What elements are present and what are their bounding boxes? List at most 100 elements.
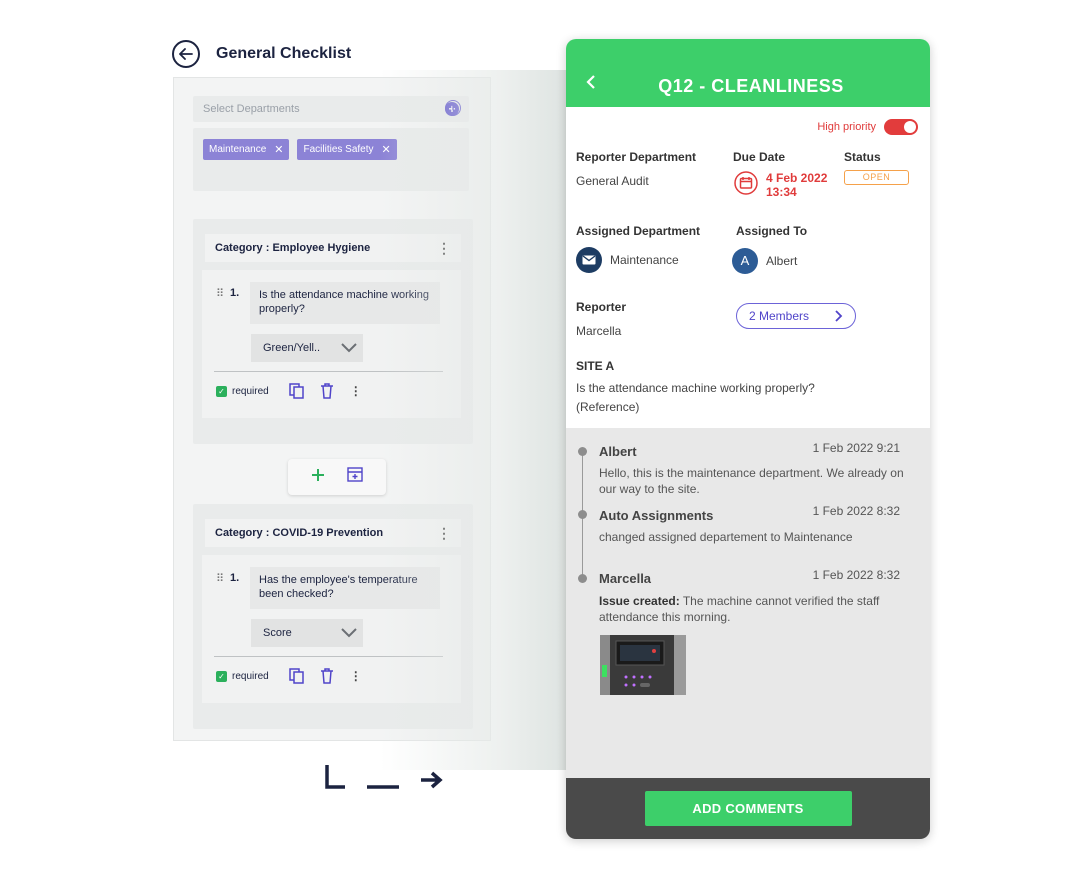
comment-text: Hello, this is the maintenance departmen… (599, 466, 904, 496)
category-card: Category : Employee Hygiene ⋮ ⠿ 1. Is th… (193, 219, 473, 444)
trash-icon[interactable] (320, 383, 334, 399)
divider (214, 656, 443, 657)
department-select[interactable]: Select Departments + (193, 96, 469, 122)
avatar: A (732, 248, 758, 274)
question-footer: ✓ required ⋮ (216, 383, 362, 399)
category-header: Category : Employee Hygiene ⋮ (205, 234, 461, 262)
decorative-glyphs (324, 764, 444, 790)
assigned-department-label: Assigned Department (576, 224, 701, 238)
issue-details: High priority Reporter Department Genera… (566, 107, 930, 427)
comment-feed: Albert 1 Feb 2022 9:21 Hello, this is th… (566, 428, 930, 778)
department-chip: Facilities Safety ✕ (297, 139, 397, 160)
timeline-dot (578, 574, 587, 583)
issue-header: Q12 - CLEANLINESS (566, 39, 930, 107)
chevron-right-icon (835, 310, 843, 322)
attachment-thumbnail[interactable] (600, 635, 686, 695)
answer-type-value: Green/Yell.. (263, 342, 321, 354)
chevron-left-icon[interactable] (586, 75, 596, 94)
checklist-panel: Select Departments + i Maintenance ✕ Fac… (173, 77, 491, 741)
back-button[interactable] (172, 40, 200, 68)
members-button[interactable]: 2 Members (736, 303, 856, 329)
answer-type-select[interactable]: Score (251, 619, 363, 647)
question-input[interactable]: Is the attendance machine working proper… (250, 282, 440, 324)
timeline-dot (578, 447, 587, 456)
assigned-to-value: Albert (766, 254, 798, 268)
comment-time: 1 Feb 2022 9:21 (812, 441, 900, 455)
department-chip-label: Facilities Safety (303, 144, 374, 155)
stage: General Checklist Select Departments + i… (0, 0, 1080, 880)
question-input[interactable]: Has the employee's temperature been chec… (250, 567, 440, 609)
comment-author: Albert (599, 444, 637, 459)
more-options-icon[interactable]: ⋮ (350, 385, 362, 397)
category-title: Category : COVID-19 Prevention (215, 527, 384, 539)
due-date-label: Due Date (733, 150, 786, 164)
department-chip: Maintenance ✕ (203, 139, 290, 160)
add-comments-button[interactable]: ADD COMMENTS (644, 791, 852, 826)
due-date-value: 4 Feb 2022 (766, 171, 828, 185)
site-label: SITE A (576, 359, 615, 373)
corner-glyph-icon (325, 765, 345, 789)
reporter-department-label: Reporter Department (576, 150, 697, 164)
category-header: Category : COVID-19 Prevention ⋮ (205, 519, 461, 547)
reporter-label: Reporter (576, 300, 627, 314)
assigned-to-label: Assigned To (736, 224, 808, 238)
comment-time: 1 Feb 2022 8:32 (812, 504, 900, 518)
comment-author: Auto Assignments (599, 508, 714, 523)
priority-toggle-row: High priority (817, 119, 918, 135)
trash-icon[interactable] (320, 668, 334, 684)
chevron-down-icon (341, 343, 357, 353)
more-options-icon[interactable]: ⋮ (437, 526, 451, 540)
more-options-icon[interactable]: ⋮ (350, 670, 362, 682)
divider (214, 371, 443, 372)
add-question-icon[interactable] (311, 468, 325, 487)
add-category-icon[interactable] (347, 467, 363, 487)
members-button-label: 2 Members (749, 309, 810, 323)
drag-handle-icon[interactable]: ⠿ (216, 572, 224, 585)
category-card: Category : COVID-19 Prevention ⋮ ⠿ 1. Ha… (193, 504, 473, 729)
assignee: A Albert (732, 248, 797, 274)
arrow-right-icon (421, 771, 443, 789)
comment-time: 1 Feb 2022 8:32 (812, 568, 900, 582)
status-badge: OPEN (844, 170, 909, 185)
issue-detail-phone: Q12 - CLEANLINESS High priority Reporter… (566, 39, 930, 839)
info-icon[interactable]: i (445, 100, 461, 116)
assigned-department-value: Maintenance (610, 253, 679, 267)
reporter-department-value: General Audit (576, 174, 649, 188)
question-number: 1. (230, 287, 240, 299)
arrow-left-icon (179, 48, 193, 60)
reporter-value: Marcella (576, 324, 622, 338)
issue-footer: ADD COMMENTS (566, 778, 930, 839)
required-checkbox[interactable]: ✓ (216, 670, 227, 682)
question-footer: ✓ required ⋮ (216, 668, 362, 684)
required-checkbox[interactable]: ✓ (216, 385, 227, 397)
required-label: required (232, 670, 269, 682)
comment-author: Marcella (599, 571, 652, 586)
priority-label: High priority (817, 121, 876, 133)
calendar-icon (734, 171, 758, 195)
answer-type-select[interactable]: Green/Yell.. (251, 334, 363, 362)
comment-text: changed assigned departement to Maintena… (599, 530, 853, 544)
priority-toggle[interactable] (884, 119, 918, 135)
mail-icon (576, 247, 602, 273)
dash-glyph-icon (367, 785, 399, 789)
assigned-department: Maintenance (576, 247, 679, 273)
question-card: ⠿ 1. Is the attendance machine working p… (202, 270, 461, 418)
site-question: Is the attendance machine working proper… (576, 381, 815, 395)
copy-icon[interactable] (288, 668, 304, 684)
issue-title: Q12 - CLEANLINESS (658, 75, 844, 96)
timeline-dot (578, 510, 587, 519)
comment-prefix: Issue created: (599, 594, 680, 608)
drag-handle-icon[interactable]: ⠿ (216, 287, 224, 300)
copy-icon[interactable] (288, 383, 304, 399)
more-options-icon[interactable]: ⋮ (437, 241, 451, 255)
remove-chip-icon[interactable]: ✕ (274, 143, 283, 156)
answer-type-value: Score (263, 627, 292, 639)
add-toolbar (288, 459, 386, 495)
category-title: Category : Employee Hygiene (215, 242, 371, 254)
due-date: 4 Feb 2022 13:34 (734, 171, 827, 199)
remove-chip-icon[interactable]: ✕ (382, 143, 391, 156)
chevron-down-icon (341, 628, 357, 638)
question-card: ⠿ 1. Has the employee's temperature been… (202, 555, 461, 703)
status-label: Status (844, 150, 881, 164)
site-reference: (Reference) (576, 400, 640, 414)
